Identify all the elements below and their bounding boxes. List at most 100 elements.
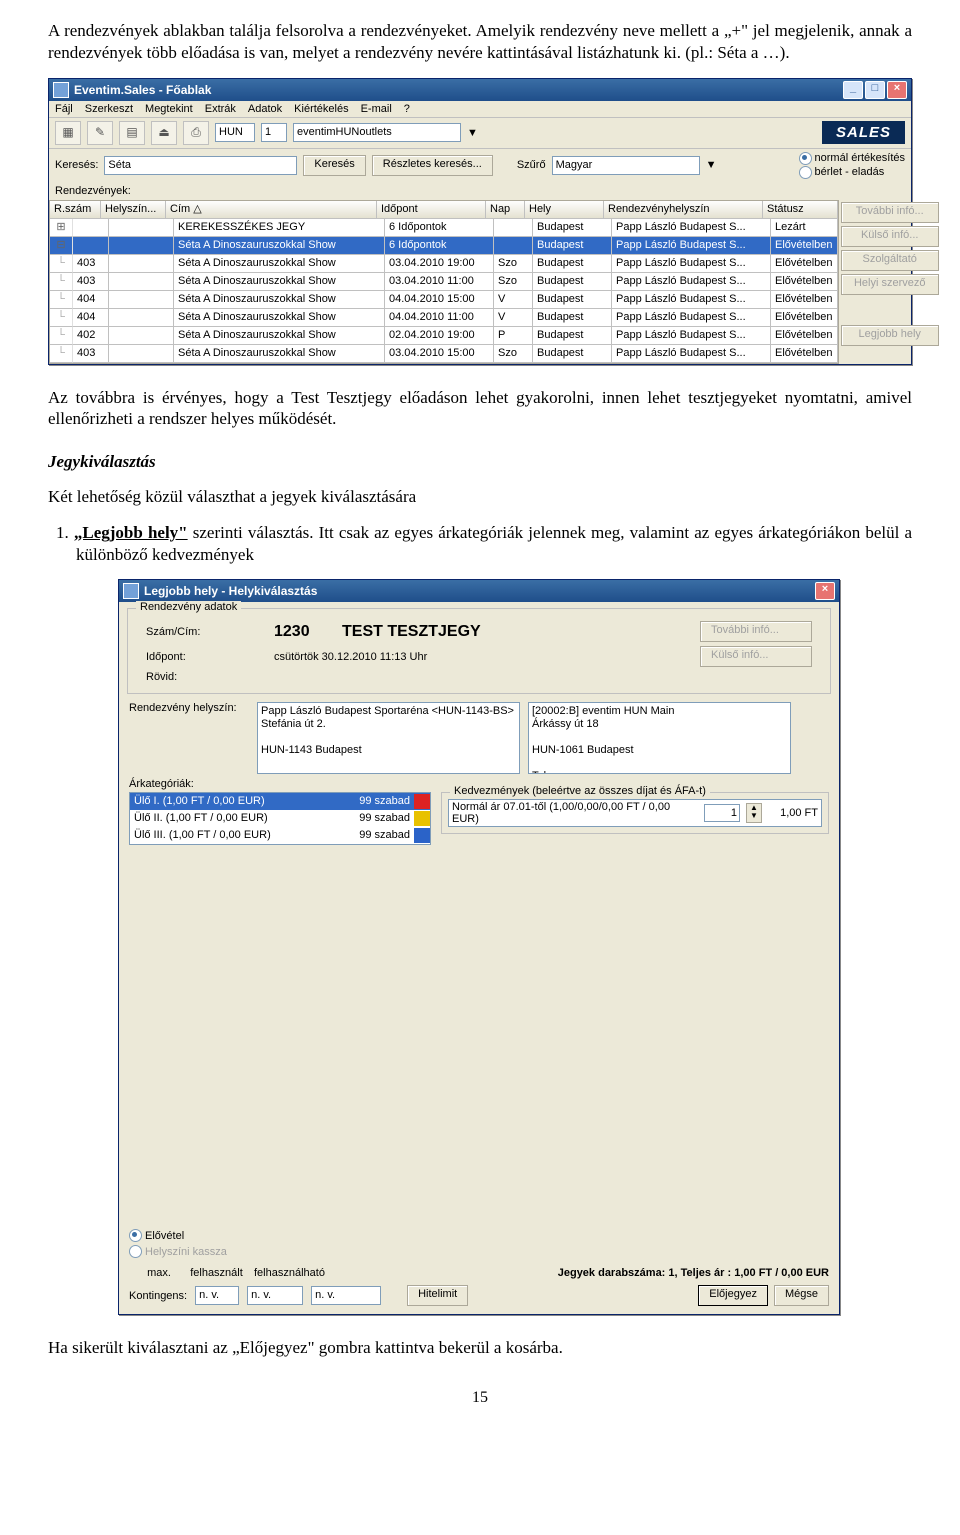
- qty-spinner[interactable]: ▲▼: [746, 803, 762, 823]
- radio-boxoffice[interactable]: Helyszíni kassza: [129, 1245, 468, 1258]
- venue-left: Papp László Budapest Sportaréna <HUN-114…: [257, 702, 520, 774]
- menu-item[interactable]: Megtekint: [145, 103, 193, 115]
- number-label: Szám/Cím:: [146, 626, 266, 638]
- venue-label: Rendezvény helyszín:: [129, 702, 249, 714]
- window-footer: Elővétel Helyszíni kassza max. felhaszná…: [119, 1225, 839, 1314]
- table-row[interactable]: └403Séta A Dinoszauruszokkal Show03.04.2…: [50, 345, 838, 363]
- event-title: TEST TESZTJEGY: [342, 623, 481, 641]
- qty-input[interactable]: 1: [704, 804, 740, 822]
- best-seat-button[interactable]: Legjobb hely: [841, 325, 939, 346]
- outlet-field[interactable]: eventimHUNoutlets: [293, 123, 461, 142]
- external-info-button[interactable]: Külső infó...: [700, 646, 812, 667]
- events-label: Rendezvények:: [55, 185, 131, 197]
- table-row[interactable]: └402Séta A Dinoszauruszokkal Show02.04.2…: [50, 327, 838, 345]
- tool-icon[interactable]: ▦: [55, 121, 81, 145]
- menu-item[interactable]: Fájl: [55, 103, 73, 115]
- radio-presale[interactable]: Elővétel: [129, 1229, 468, 1242]
- table-row[interactable]: ⊟Séta A Dinoszauruszokkal Show6 Időponto…: [50, 237, 838, 255]
- events-grid[interactable]: R.szám Helyszín... Cím △ Időpont Nap Hel…: [49, 200, 839, 364]
- maximize-icon[interactable]: □: [865, 81, 885, 99]
- event-number: 1230: [274, 623, 334, 641]
- contingent-label: Kontingens:: [129, 1290, 187, 1302]
- pricecat-list[interactable]: Ülő I. (1,00 FT / 0,00 EUR)99 szabadÜlő …: [129, 792, 431, 845]
- reserve-button[interactable]: Előjegyez: [698, 1285, 768, 1306]
- provider-button[interactable]: Szolgáltató: [841, 250, 939, 271]
- external-info-button[interactable]: Külső infó...: [841, 226, 939, 247]
- search-row: Keresés: Séta Keresés Részletes keresés.…: [49, 149, 911, 182]
- close-icon[interactable]: ×: [815, 582, 835, 600]
- menu-item[interactable]: Adatok: [248, 103, 282, 115]
- discount-group: Kedvezmények (beleértve az összes díjat …: [441, 792, 829, 834]
- table-row[interactable]: ⊞KEREKESSZÉKES JEGY6 IdőpontokBudapestPa…: [50, 219, 838, 237]
- menubar: Fájl Szerkeszt Megtekint Extrák Adatok K…: [49, 101, 911, 118]
- detailed-search-button[interactable]: Részletes keresés...: [372, 155, 493, 176]
- window-title: Legjobb hely - Helykiválasztás: [144, 584, 317, 598]
- more-info-button[interactable]: További infó...: [700, 621, 812, 642]
- paragraph-3: Két lehetőség közül választhat a jegyek …: [48, 486, 912, 508]
- cont-avail: n. v.: [311, 1286, 381, 1305]
- group-title: Rendezvény adatok: [136, 601, 241, 613]
- cont-max: n. v.: [195, 1286, 239, 1305]
- best-seat-window: Legjobb hely - Helykiválasztás × Rendezv…: [118, 579, 840, 1315]
- empty-area: [119, 845, 839, 1225]
- tool-icon[interactable]: ✎: [87, 121, 113, 145]
- date-label: Időpont:: [146, 651, 266, 663]
- app-icon: [123, 583, 139, 599]
- search-button[interactable]: Keresés: [303, 155, 365, 176]
- menu-item[interactable]: Kiértékelés: [294, 103, 348, 115]
- paragraph-last: Ha sikerült kiválasztani az „Előjegyez" …: [48, 1337, 912, 1359]
- search-input[interactable]: Séta: [104, 156, 297, 175]
- creditlimit-button[interactable]: Hitelimit: [407, 1285, 468, 1306]
- pricecat-row[interactable]: Ülő III. (1,00 FT / 0,00 EUR)99 szabad: [130, 827, 430, 844]
- short-label: Rövid:: [146, 671, 266, 683]
- sales-logo: SALES: [822, 121, 905, 144]
- group-title: Kedvezmények (beleértve az összes díjat …: [450, 785, 710, 797]
- local-organizer-button[interactable]: Helyi szervező: [841, 274, 939, 295]
- close-icon[interactable]: ×: [887, 81, 907, 99]
- minimize-icon[interactable]: _: [843, 81, 863, 99]
- table-row[interactable]: └404Séta A Dinoszauruszokkal Show04.04.2…: [50, 309, 838, 327]
- hun-field[interactable]: HUN: [215, 123, 255, 142]
- menu-item[interactable]: ?: [404, 103, 410, 115]
- side-buttons: További infó... Külső infó... Szolgáltat…: [839, 200, 923, 364]
- menu-item[interactable]: Extrák: [205, 103, 236, 115]
- section-heading: Jegykiválasztás: [48, 452, 912, 472]
- menu-item[interactable]: Szerkeszt: [85, 103, 133, 115]
- filter-label: Szűrő: [517, 159, 546, 171]
- paragraph-2: Az továbbra is érvényes, hogy a Test Tes…: [48, 387, 912, 431]
- more-info-button[interactable]: További infó...: [841, 202, 939, 223]
- eventim-sales-window: Eventim.Sales - Főablak _ □ × Fájl Szerk…: [48, 78, 912, 365]
- list-item-1: 1. „Legjobb hely" szerinti választás. It…: [76, 522, 912, 566]
- menu-item[interactable]: E-mail: [361, 103, 392, 115]
- tool-icon[interactable]: ▤: [119, 121, 145, 145]
- toolbar: ▦ ✎ ▤ ⏏ ⎙ HUN 1 eventimHUNoutlets ▼ SALE…: [49, 118, 911, 149]
- page-number: 15: [48, 1389, 912, 1407]
- pricecat-row[interactable]: Ülő I. (1,00 FT / 0,00 EUR)99 szabad: [130, 793, 430, 810]
- tool-icon[interactable]: ⏏: [151, 121, 177, 145]
- event-datetime: csütörtök 30.12.2010 11:13 Uhr: [274, 651, 427, 663]
- pricecat-row[interactable]: Ülő II. (1,00 FT / 0,00 EUR)99 szabad: [130, 810, 430, 827]
- app-icon: [53, 82, 69, 98]
- titlebar[interactable]: Legjobb hely - Helykiválasztás ×: [119, 580, 839, 602]
- table-row[interactable]: └403Séta A Dinoszauruszokkal Show03.04.2…: [50, 255, 838, 273]
- total-summary: Jegyek darabszáma: 1, Teljes ár : 1,00 F…: [558, 1267, 829, 1279]
- hun-num-field[interactable]: 1: [261, 123, 287, 142]
- cont-used: n. v.: [247, 1286, 303, 1305]
- filter-select[interactable]: Magyar: [552, 156, 700, 175]
- radio-season-sale[interactable]: bérlet - eladás: [799, 166, 905, 179]
- venue-right: [20002:B] eventim HUN Main Árkássy út 18…: [528, 702, 791, 774]
- grid-header: R.szám Helyszín... Cím △ Időpont Nap Hel…: [50, 201, 838, 219]
- table-row[interactable]: └404Séta A Dinoszauruszokkal Show04.04.2…: [50, 291, 838, 309]
- line-price: 1,00 FT: [768, 807, 818, 819]
- tool-icon[interactable]: ⎙: [183, 121, 209, 145]
- table-row[interactable]: └403Séta A Dinoszauruszokkal Show03.04.2…: [50, 273, 838, 291]
- paragraph-1: A rendezvények ablakban találja felsorol…: [48, 20, 912, 64]
- pricecat-label: Árkategóriák:: [129, 778, 249, 790]
- discount-row[interactable]: Normál ár 07.01-től (1,00/0,00/0,00 FT /…: [448, 799, 822, 827]
- cancel-button[interactable]: Mégse: [774, 1285, 829, 1306]
- event-data-group: Rendezvény adatok Szám/Cím: 1230 TEST TE…: [127, 608, 831, 694]
- titlebar[interactable]: Eventim.Sales - Főablak _ □ ×: [49, 79, 911, 101]
- search-label: Keresés:: [55, 159, 98, 171]
- window-title: Eventim.Sales - Főablak: [74, 83, 211, 97]
- radio-normal-sale[interactable]: normál értékesítés: [799, 152, 905, 165]
